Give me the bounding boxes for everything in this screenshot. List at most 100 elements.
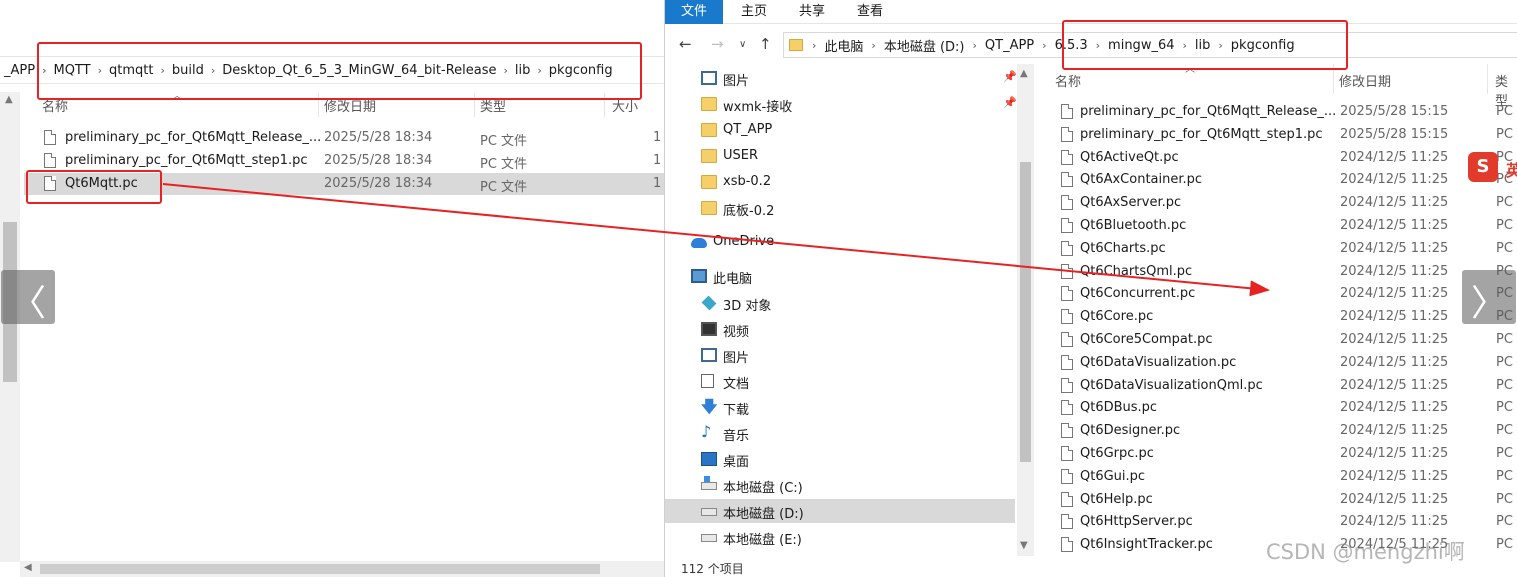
nav-pane-scrollbar[interactable]: ▲ ▼ — [1017, 64, 1034, 556]
left-vertical-scrollbar[interactable]: ▲ — [0, 92, 20, 562]
breadcrumb-item[interactable]: 本地磁盘 (D:) — [879, 36, 970, 55]
nav-item[interactable]: 此电脑 — [665, 264, 1015, 288]
nav-item[interactable]: 3D 对象 — [665, 291, 1015, 315]
breadcrumb-chevron-icon[interactable]: › — [809, 39, 819, 52]
left-file-row[interactable]: preliminary_pc_for_Qt6Mqtt_step1.pc 2025… — [24, 150, 664, 172]
left-horizontal-scrollbar[interactable]: ◀ — [20, 561, 664, 577]
column-name[interactable]: 名称 — [1055, 71, 1081, 90]
pin-icon[interactable]: 📌 — [1003, 96, 1017, 109]
left-file-row-selected[interactable]: Qt6Mqtt.pc 2025/5/28 18:34 PC 文件 1 — [24, 173, 664, 195]
nav-item[interactable]: ♪ 音乐 — [665, 421, 1015, 445]
left-address-bar[interactable]: _APP › MQTT › qtmqtt › build › Desktop_Qt_6_5_3_… — [0, 56, 664, 84]
breadcrumb-chevron-icon[interactable]: › — [39, 64, 49, 77]
file-row[interactable]: Qt6DataVisualizationQml.pc 2024/12/5 11:2… — [1055, 375, 1517, 398]
breadcrumb-chevron-icon[interactable]: › — [1093, 39, 1103, 52]
file-row[interactable]: Qt6AxServer.pc 2024/12/5 11:25 PC — [1055, 192, 1517, 215]
file-row[interactable]: Qt6Charts.pc 2024/12/5 11:25 PC — [1055, 238, 1517, 261]
scroll-down-icon[interactable]: ▼ — [1020, 540, 1028, 551]
breadcrumb-item[interactable]: pkgconfig — [1226, 38, 1300, 53]
breadcrumb-chevron-icon[interactable]: › — [970, 39, 980, 52]
breadcrumb-chevron-icon[interactable]: › — [1180, 39, 1190, 52]
nav-item[interactable]: 图片 📌 — [665, 66, 1017, 90]
breadcrumb-item[interactable]: lib — [1190, 38, 1215, 53]
scroll-thumb[interactable] — [40, 564, 600, 574]
ribbon-tab-file[interactable]: 文件 — [665, 0, 724, 24]
ribbon-tab-home[interactable]: 主页 — [725, 0, 783, 24]
breadcrumb-chevron-icon[interactable]: › — [868, 39, 878, 52]
breadcrumb-item[interactable]: 6.5.3 — [1050, 38, 1093, 53]
breadcrumb-item[interactable]: _APP — [0, 63, 39, 78]
file-row[interactable]: preliminary_pc_for_Qt6Mqtt_step1.pc 2025/… — [1055, 124, 1517, 147]
breadcrumb-chevron-icon[interactable]: › — [501, 64, 511, 77]
scroll-left-icon[interactable]: ◀ — [24, 562, 32, 573]
nav-item[interactable]: 文档 — [665, 369, 1015, 393]
file-row[interactable]: Qt6AxContainer.pc 2024/12/5 11:25 PC — [1055, 169, 1517, 192]
file-row[interactable]: Qt6ChartsQml.pc2024/12/5 11:25PC — [1055, 261, 1517, 284]
breadcrumb-item[interactable]: build — [168, 63, 208, 78]
breadcrumb-item[interactable]: lib — [511, 63, 534, 78]
file-row[interactable]: Qt6ActiveQt.pc 2024/12/5 11:25 PC — [1055, 147, 1517, 170]
file-row[interactable]: Qt6HttpServer.pc 2024/12/5 11:25 PC — [1055, 511, 1517, 534]
nav-item[interactable]: 本地磁盘 (C:) — [665, 473, 1015, 497]
breadcrumb-item[interactable]: qtmqtt — [105, 63, 157, 78]
file-row[interactable]: Qt6DBus.pc 2024/12/5 11:25 PC — [1055, 397, 1517, 420]
breadcrumb-item[interactable]: MQTT — [49, 63, 94, 78]
breadcrumb-chevron-icon[interactable]: › — [1215, 39, 1225, 52]
ime-indicator[interactable]: S 英 — [1468, 152, 1517, 182]
file-row[interactable]: Qt6Concurrent.pc2024/12/5 11:25PC — [1055, 283, 1517, 306]
file-row[interactable]: Qt6Grpc.pc 2024/12/5 11:25 PC — [1055, 443, 1517, 466]
scroll-up-icon[interactable]: ▲ — [1020, 68, 1028, 79]
file-row[interactable]: Qt6Designer.pc 2024/12/5 11:25 PC — [1055, 420, 1517, 443]
breadcrumb-item[interactable]: mingw_64 — [1103, 38, 1179, 53]
ribbon-tab-share[interactable]: 共享 — [783, 0, 841, 24]
pin-icon[interactable]: 📌 — [1003, 70, 1017, 83]
breadcrumb-item[interactable]: Desktop_Qt_6_5_3_MinGW_64_bit-Release — [218, 63, 500, 78]
nav-item[interactable]: 🡇 下载 — [665, 395, 1015, 419]
breadcrumb-chevron-icon[interactable]: › — [157, 64, 167, 77]
file-row[interactable]: preliminary_pc_for_Qt6Mqtt_Release_... 20… — [1055, 101, 1517, 124]
file-row[interactable]: Qt6DataVisualization.pc 2024/12/5 11:25 PC — [1055, 352, 1517, 375]
nav-item[interactable]: 视频 — [665, 317, 1015, 341]
forward-arrow-icon[interactable]: → — [711, 35, 724, 53]
computer-icon — [691, 269, 707, 283]
file-row[interactable]: Qt6Gui.pc 2024/12/5 11:25 PC — [1055, 466, 1517, 489]
nav-item[interactable]: wxmk-接收 📌 — [665, 92, 1017, 116]
file-row[interactable]: Qt6Help.pc 2024/12/5 11:25 PC — [1055, 489, 1517, 512]
back-arrow-icon[interactable]: ← — [679, 35, 692, 53]
nav-item[interactable]: 本地磁盘 (E:) — [665, 525, 1015, 549]
file-row[interactable]: Qt6Core5Compat.pc 2024/12/5 11:25 PC — [1055, 329, 1517, 352]
nav-item[interactable]: 本地磁盘 (D:) — [665, 499, 1015, 523]
column-name[interactable]: 名称 — [42, 96, 68, 115]
breadcrumb-item[interactable]: 此电脑 — [819, 36, 868, 55]
nav-item[interactable]: 底板-0.2 — [665, 196, 1015, 220]
file-row[interactable]: Qt6Bluetooth.pc 2024/12/5 11:25 PC — [1055, 215, 1517, 238]
nav-item[interactable]: USER — [665, 144, 1015, 168]
breadcrumb-item[interactable]: pkgconfig — [545, 63, 617, 78]
nav-item[interactable]: OneDrive — [665, 230, 1015, 254]
file-row[interactable]: Qt6Core.pc2024/12/5 11:25PC — [1055, 306, 1517, 329]
breadcrumb-chevron-icon[interactable]: › — [208, 64, 218, 77]
column-date[interactable]: 修改日期 — [324, 96, 376, 115]
column-type[interactable]: 类型 — [480, 96, 506, 115]
breadcrumb-chevron-icon[interactable]: › — [1039, 39, 1049, 52]
previous-slide-button[interactable]: 〈 — [1, 270, 55, 324]
nav-item[interactable]: 桌面 — [665, 447, 1015, 471]
next-slide-button[interactable]: 〉 — [1462, 270, 1516, 324]
breadcrumb-chevron-icon[interactable]: › — [534, 64, 544, 77]
left-file-row[interactable]: preliminary_pc_for_Qt6Mqtt_Release_... 2… — [24, 127, 664, 149]
file-icon — [1061, 468, 1073, 484]
up-arrow-icon[interactable]: ↑ — [759, 35, 772, 53]
scroll-thumb[interactable] — [1020, 162, 1031, 462]
right-address-bar[interactable]: › 此电脑 › 本地磁盘 (D:) › QT_APP › 6.5.3 › mingw_64 › lib… — [783, 32, 1517, 58]
nav-item[interactable]: QT_APP — [665, 118, 1015, 142]
breadcrumb-chevron-icon[interactable]: › — [95, 64, 105, 77]
scroll-up-icon[interactable]: ▲ — [5, 94, 13, 105]
ribbon-tab-view[interactable]: 查看 — [841, 0, 899, 24]
nav-item[interactable]: xsb-0.2 — [665, 170, 1015, 194]
column-date[interactable]: 修改日期 — [1339, 71, 1391, 90]
nav-item[interactable]: 图片 — [665, 343, 1015, 367]
recent-locations-chevron-icon[interactable]: ∨ — [739, 39, 746, 50]
column-size[interactable]: 大小 — [612, 96, 638, 115]
breadcrumb-item[interactable]: QT_APP — [980, 38, 1039, 53]
file-name: Qt6DBus.pc — [1080, 400, 1158, 416]
